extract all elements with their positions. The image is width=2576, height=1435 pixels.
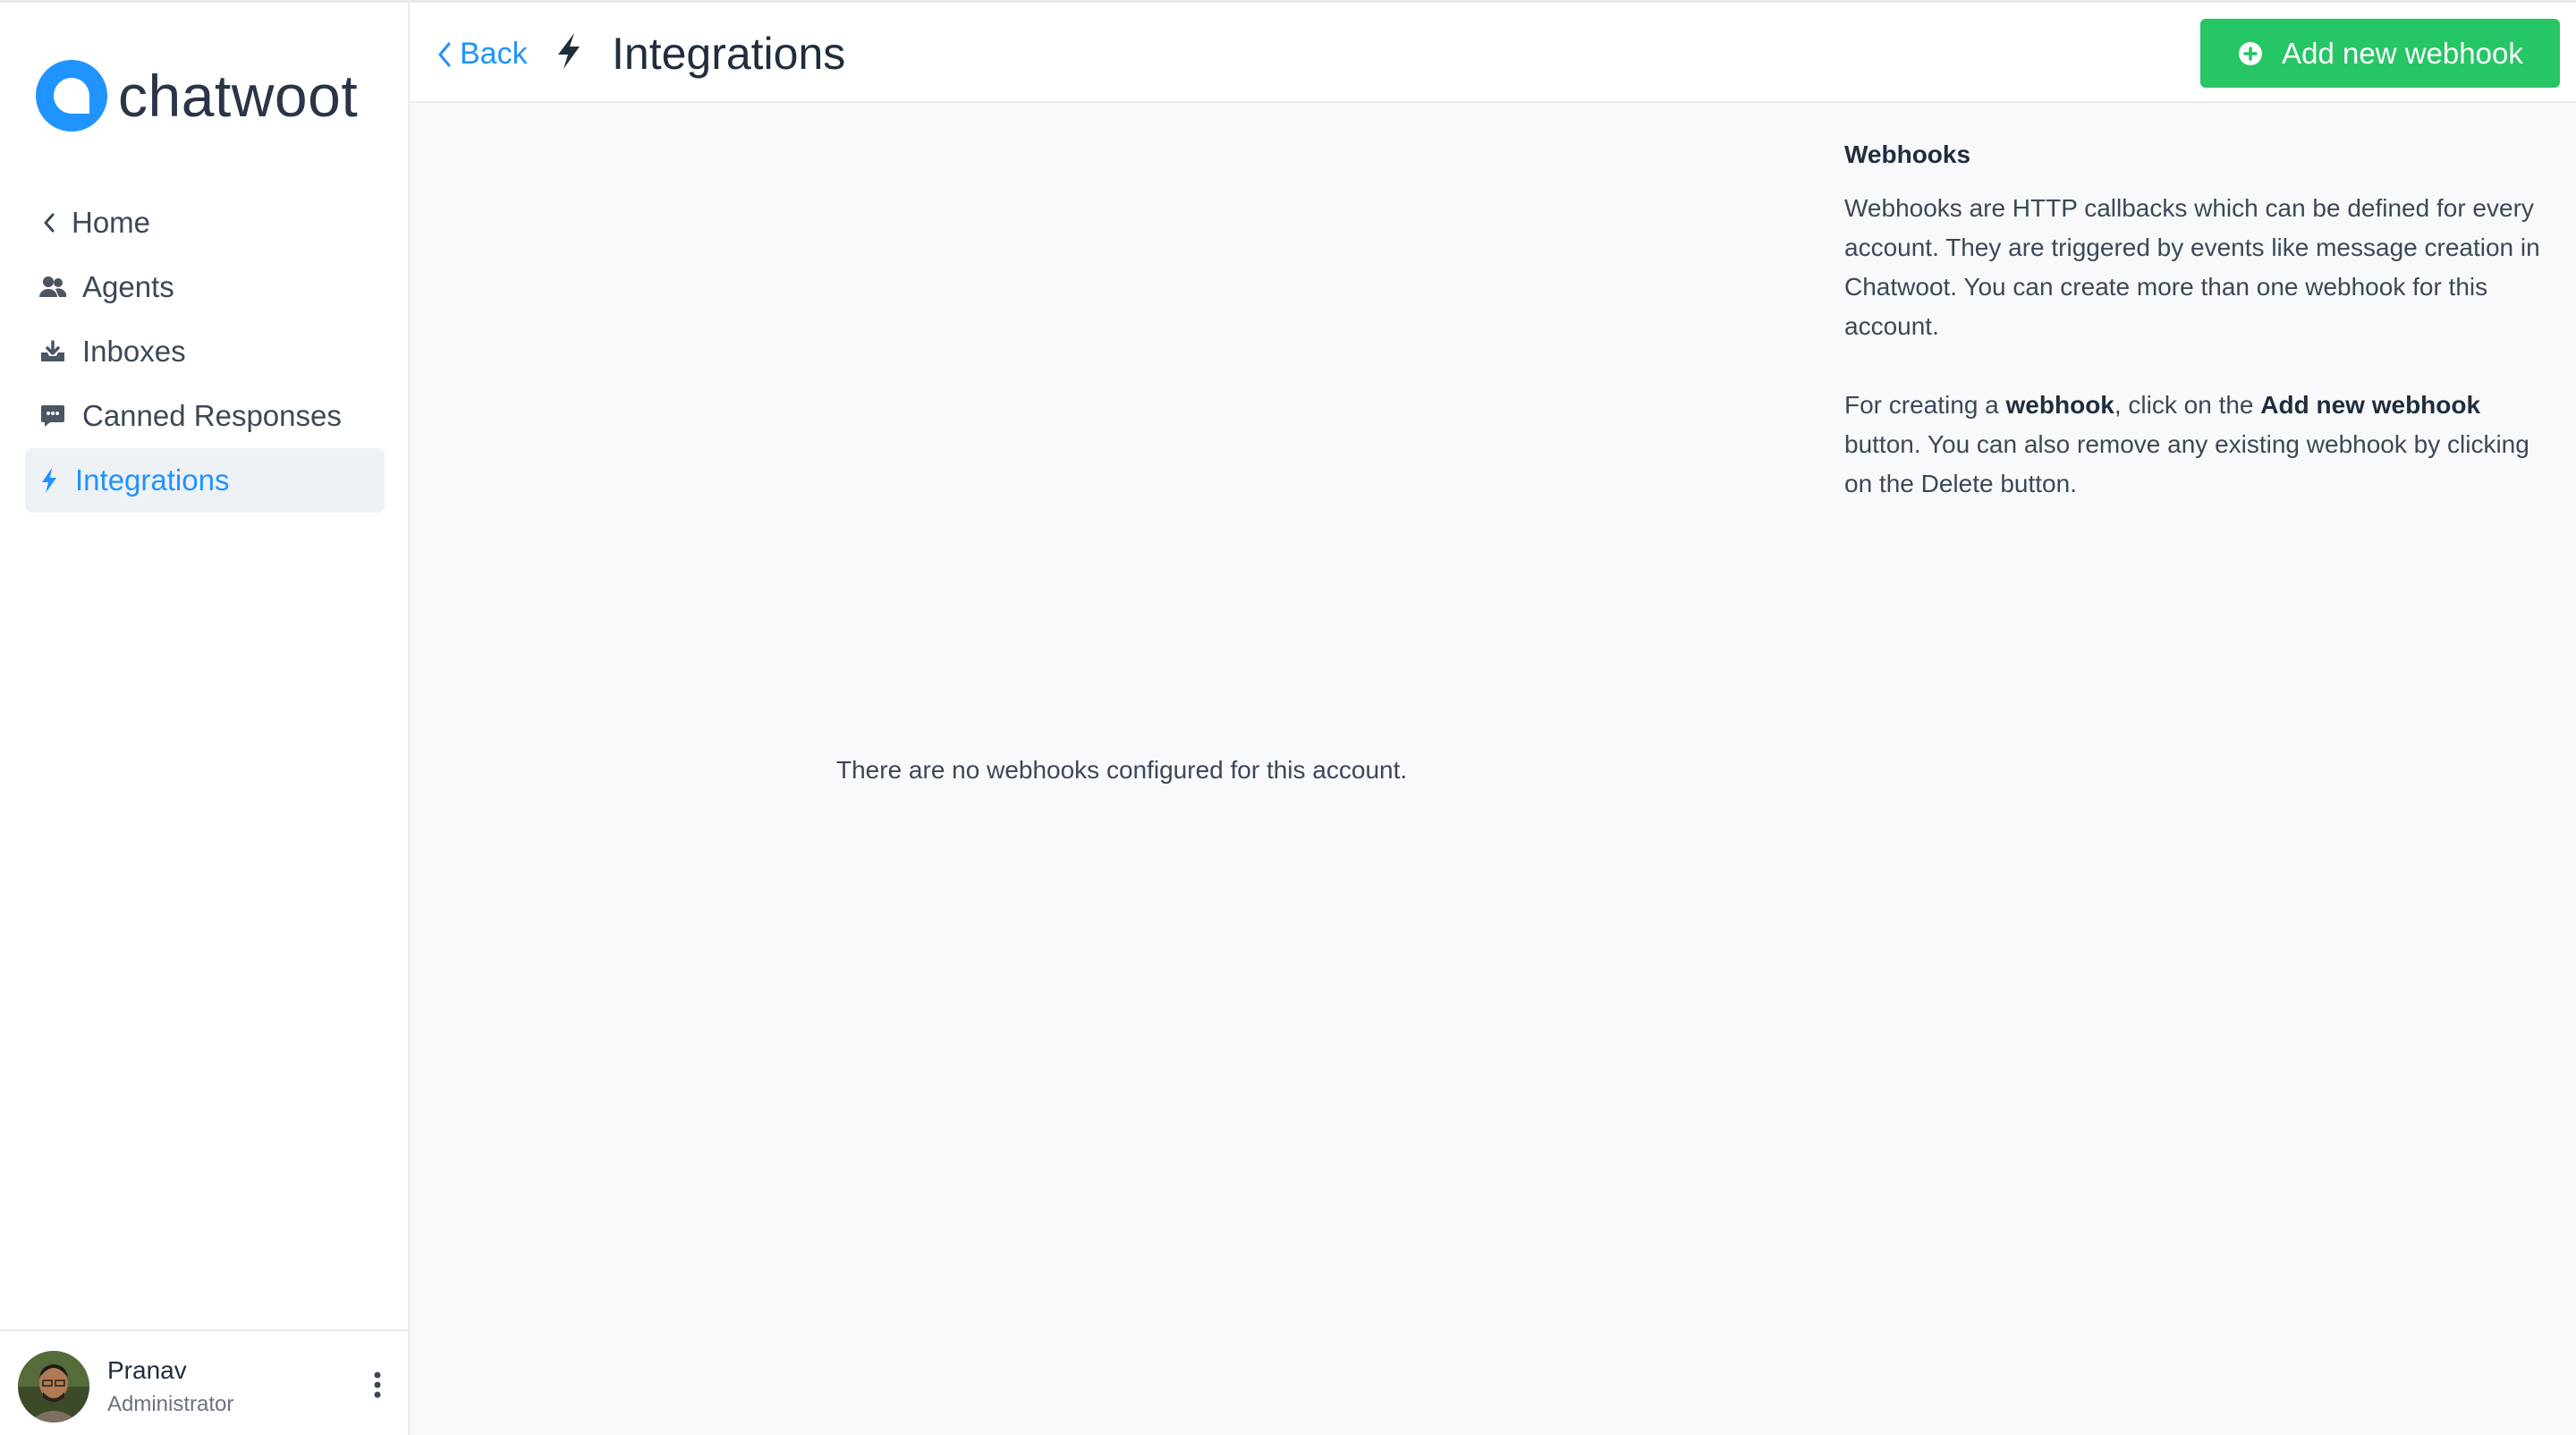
sidebar-item-label: Inboxes [82, 335, 186, 368]
sidebar-item-integrations[interactable]: Integrations [25, 448, 385, 513]
page-header: Back Integrations Add new webhook [410, 3, 2576, 103]
sidebar-nav: Home Agents Inboxes Canned Responses Int… [25, 191, 385, 513]
plus-circle-icon [2239, 41, 2263, 65]
help-text: , click on the [2114, 391, 2261, 419]
sidebar-item-label: Integrations [75, 463, 230, 497]
sidebar-item-inboxes[interactable]: Inboxes [25, 319, 385, 384]
add-new-webhook-button[interactable]: Add new webhook [2200, 19, 2560, 88]
brand-name: chatwoot [118, 63, 359, 129]
more-options-icon[interactable] [369, 1367, 386, 1403]
sidebar-item-canned-responses[interactable]: Canned Responses [25, 384, 385, 448]
sidebar-item-label: Home [72, 206, 151, 239]
chevron-left-icon [39, 209, 59, 236]
profile-role: Administrator [107, 1392, 234, 1416]
back-button[interactable]: Back [436, 37, 528, 72]
chat-bubble-icon [39, 403, 66, 429]
sidebar-item-label: Agents [82, 270, 174, 303]
brand[interactable]: chatwoot [36, 58, 358, 133]
sidebar-item-agents[interactable]: Agents [25, 255, 385, 319]
lightning-icon [558, 33, 580, 69]
page-title: Integrations [612, 29, 846, 79]
avatar[interactable] [18, 1351, 89, 1422]
help-text: button. You can also remove any existing… [1844, 430, 2529, 497]
help-paragraph-2: For creating a webhook, click on the Add… [1844, 386, 2542, 504]
profile-name: Pranav [107, 1356, 187, 1384]
app-window: chatwoot Home Agents Inboxes Canned Resp… [0, 0, 2576, 1435]
inbox-icon [39, 338, 66, 365]
help-bold-add-new-webhook: Add new webhook [2260, 391, 2481, 419]
help-title: Webhooks [1844, 140, 1971, 168]
empty-state-message: There are no webhooks configured for thi… [836, 756, 1408, 784]
chatwoot-logo-icon [36, 60, 107, 132]
sidebar-item-label: Canned Responses [82, 399, 342, 432]
people-icon [39, 274, 66, 301]
help-panel: Webhooks Webhooks are HTTP callbacks whi… [1844, 137, 2542, 543]
help-bold-webhook: webhook [2005, 391, 2114, 419]
help-text: For creating a [1844, 391, 2006, 419]
profile-card: Pranav Administrator [0, 1329, 408, 1435]
sidebar-item-home[interactable]: Home [25, 191, 385, 255]
sidebar: chatwoot Home Agents Inboxes Canned Resp… [0, 3, 410, 1435]
chevron-left-icon [438, 42, 451, 66]
back-label: Back [460, 37, 528, 71]
lightning-icon [39, 467, 59, 494]
help-paragraph-1: Webhooks are HTTP callbacks which can be… [1844, 194, 2540, 340]
add-button-label: Add new webhook [2282, 36, 2523, 70]
